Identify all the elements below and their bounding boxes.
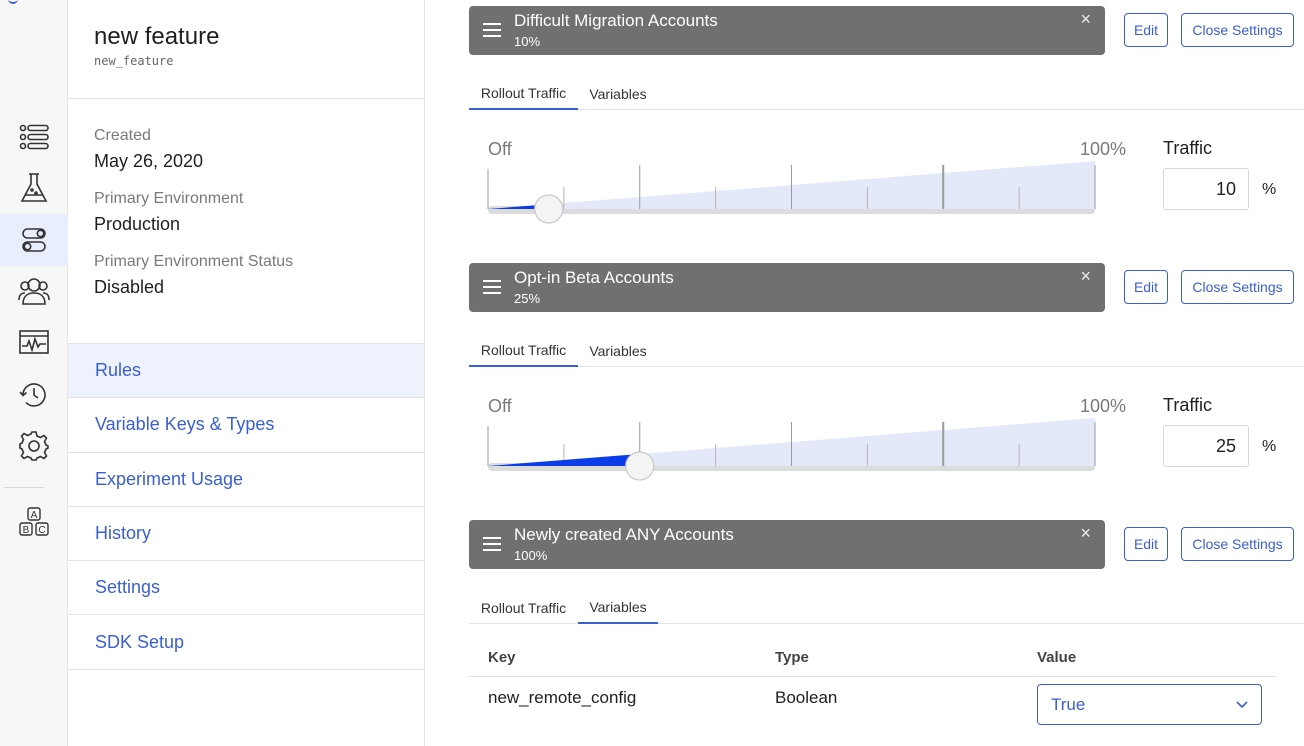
rail-item-settings[interactable] <box>0 420 68 472</box>
close-icon[interactable]: × <box>1080 266 1091 287</box>
rule-header: Newly created ANY Accounts 100% × <box>469 520 1105 569</box>
close-icon[interactable]: × <box>1080 523 1091 544</box>
rail-item-experiments[interactable] <box>0 162 68 214</box>
feature-header: new feature new_feature <box>68 0 424 99</box>
rule-tabs: Rollout Traffic Variables <box>469 77 1304 110</box>
nav-item-sdk-setup[interactable]: SDK Setup <box>68 615 424 670</box>
traffic-input[interactable] <box>1163 425 1249 467</box>
rule-header: Opt-in Beta Accounts 25% × <box>469 263 1105 312</box>
rule-tabs: Rollout Traffic Variables <box>469 591 1304 624</box>
list-icon <box>19 124 49 150</box>
rules-main: Difficult Migration Accounts 10% × Edit … <box>425 0 1304 746</box>
slider-off-label: Off <box>488 396 512 416</box>
abc-icon: A B C <box>19 507 49 536</box>
rule-percent: 100% <box>514 548 548 563</box>
column-header-type: Type <box>775 649 809 666</box>
feature-nav: Rules Variable Keys & Types Experiment U… <box>68 343 424 670</box>
table-row: new_remote_config Boolean True <box>469 677 1276 737</box>
rule-percent: 10% <box>514 34 541 49</box>
tab-variables[interactable]: Variables <box>578 334 658 367</box>
percent-unit: % <box>1262 438 1277 455</box>
nav-item-experiment-usage[interactable]: Experiment Usage <box>68 453 424 507</box>
slider-graphic <box>487 161 1096 224</box>
svg-text:A: A <box>31 510 38 521</box>
edit-button[interactable]: Edit <box>1124 527 1168 561</box>
monitor-pulse-icon <box>19 330 49 354</box>
rail-divider <box>4 487 44 488</box>
table-header: Key Type Value <box>469 640 1276 677</box>
traffic-label: Traffic <box>1163 395 1213 415</box>
environment-status-value: Disabled <box>94 277 165 297</box>
rail-item-list[interactable] <box>0 111 68 163</box>
drag-handle-icon[interactable] <box>483 537 501 551</box>
variable-value-select[interactable]: True <box>1037 684 1262 725</box>
environment-label: Primary Environment <box>94 190 244 207</box>
feature-key: new_feature <box>94 54 174 68</box>
gear-icon <box>19 431 49 461</box>
feature-meta: Created May 26, 2020 Primary Environment… <box>68 99 424 343</box>
close-settings-button[interactable]: Close Settings <box>1181 13 1294 47</box>
flask-icon <box>20 173 48 202</box>
drag-handle-icon[interactable] <box>483 280 501 294</box>
environment-value: Production <box>94 214 181 234</box>
slider-off-label: Off <box>488 139 512 159</box>
edit-button[interactable]: Edit <box>1124 13 1168 47</box>
rule-title: Difficult Migration Accounts <box>514 11 718 30</box>
svg-text:B: B <box>23 525 30 536</box>
rail-item-monitoring[interactable] <box>0 316 68 368</box>
nav-item-rules[interactable]: Rules <box>68 344 424 399</box>
column-header-value: Value <box>1037 649 1077 666</box>
slider-knob <box>534 194 564 224</box>
created-label: Created <box>94 127 151 144</box>
rule-tabs: Rollout Traffic Variables <box>469 334 1304 367</box>
traffic-slider[interactable]: Off 100% <box>484 381 1127 491</box>
rail-item-abc[interactable]: A B C <box>0 496 68 548</box>
slider-graphic <box>487 418 1096 481</box>
rule-title: Opt-in Beta Accounts <box>514 268 674 287</box>
close-settings-button[interactable]: Close Settings <box>1181 270 1294 304</box>
rail-item-audiences[interactable] <box>0 265 68 317</box>
traffic-input[interactable] <box>1163 168 1249 210</box>
environment-status-label: Primary Environment Status <box>94 253 294 270</box>
history-icon <box>19 383 46 407</box>
slider-max-label: 100% <box>1080 396 1127 416</box>
close-icon[interactable]: × <box>1080 9 1091 30</box>
tab-variables[interactable]: Variables <box>578 591 658 624</box>
rule-title: Newly created ANY Accounts <box>514 525 734 544</box>
toggle-icon <box>22 228 46 252</box>
icon-rail: A B C <box>0 0 68 746</box>
chevron-down-icon <box>1236 701 1248 709</box>
select-value: True <box>1051 694 1086 714</box>
logo-mark <box>8 0 18 4</box>
variables-table: Key Type Value new_remote_config Boolean… <box>469 640 1276 737</box>
feature-name: new feature <box>94 23 220 50</box>
traffic-slider[interactable]: Off 100% <box>484 124 1127 234</box>
close-settings-button[interactable]: Close Settings <box>1181 527 1294 561</box>
rule-header: Difficult Migration Accounts 10% × <box>469 6 1105 55</box>
edit-button[interactable]: Edit <box>1124 270 1168 304</box>
nav-item-history[interactable]: History <box>68 507 424 562</box>
variable-type: Boolean <box>775 688 838 707</box>
tab-rollout-traffic[interactable]: Rollout Traffic <box>469 77 578 110</box>
app: A B C new feature new_feature Created Ma… <box>0 0 1304 746</box>
nav-item-variable-keys[interactable]: Variable Keys & Types <box>68 398 424 453</box>
slider-max-label: 100% <box>1080 139 1127 159</box>
rule-percent: 25% <box>514 291 541 306</box>
rail-item-features[interactable] <box>0 214 68 266</box>
feature-panel: new feature new_feature Created May 26, … <box>68 0 425 746</box>
drag-handle-icon[interactable] <box>483 23 501 37</box>
variable-key: new_remote_config <box>488 688 637 707</box>
users-icon <box>18 278 50 305</box>
tab-rollout-traffic[interactable]: Rollout Traffic <box>469 334 578 367</box>
slider-knob <box>625 451 655 481</box>
created-value: May 26, 2020 <box>94 151 204 171</box>
svg-text:C: C <box>38 525 45 536</box>
tab-rollout-traffic[interactable]: Rollout Traffic <box>469 591 578 624</box>
traffic-label: Traffic <box>1163 138 1213 158</box>
nav-item-settings[interactable]: Settings <box>68 561 424 616</box>
percent-unit: % <box>1262 181 1277 198</box>
column-header-key: Key <box>488 649 516 666</box>
tab-variables[interactable]: Variables <box>578 77 658 110</box>
rail-item-history[interactable] <box>0 369 68 421</box>
